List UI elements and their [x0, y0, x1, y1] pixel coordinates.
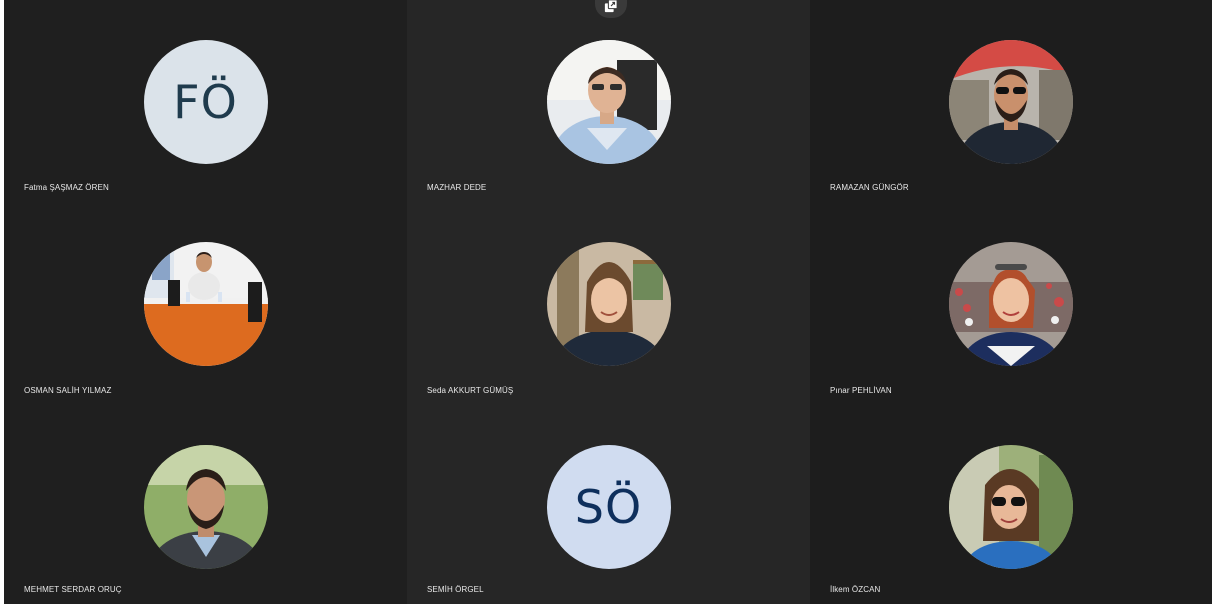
popout-icon	[604, 0, 618, 18]
participant-name: Fatma ŞAŞMAZ ÖREN	[24, 183, 109, 192]
participant-name: SEMİH ÖRGEL	[427, 585, 484, 594]
avatar-initials: FÖ	[173, 75, 238, 129]
avatar	[546, 242, 671, 366]
avatar-initials: SÖ	[574, 480, 643, 534]
participant-name: MEHMET SERDAR ORUÇ	[24, 585, 122, 594]
avatar	[949, 242, 1073, 366]
participant-name: OSMAN SALİH YILMAZ	[24, 386, 112, 395]
avatar-photo	[546, 242, 671, 366]
avatar	[949, 40, 1073, 164]
participant-name: MAZHAR DEDE	[427, 183, 487, 192]
participant-name: RAMAZAN GÜNGÖR	[830, 183, 909, 192]
avatar-photo	[143, 445, 268, 569]
avatar-photo	[546, 40, 671, 164]
avatar-photo	[949, 445, 1073, 569]
avatar: FÖ	[143, 40, 268, 164]
participant-tile[interactable]: FÖ Fatma ŞAŞMAZ ÖREN	[4, 0, 407, 202]
participant-tile[interactable]: MEHMET SERDAR ORUÇ	[4, 405, 407, 604]
avatar	[546, 40, 671, 164]
participant-tile[interactable]: İlkem ÖZCAN	[810, 405, 1212, 604]
participant-tile[interactable]: OSMAN SALİH YILMAZ	[4, 202, 407, 405]
participant-tile[interactable]: Seda AKKURT GÜMÜŞ	[407, 202, 810, 405]
avatar	[143, 445, 268, 569]
participant-tile[interactable]: MAZHAR DEDE	[407, 0, 810, 202]
participant-tile[interactable]: SÖ SEMİH ÖRGEL	[407, 405, 810, 604]
participant-tile[interactable]: RAMAZAN GÜNGÖR	[810, 0, 1212, 202]
avatar-photo	[949, 40, 1073, 164]
meeting-stage: FÖ Fatma ŞAŞMAZ ÖREN MAZHAR DEDE RAMAZAN…	[0, 0, 1212, 608]
participant-tile[interactable]: Pınar PEHLİVAN	[810, 202, 1212, 405]
participant-grid: FÖ Fatma ŞAŞMAZ ÖREN MAZHAR DEDE RAMAZAN…	[4, 0, 1212, 604]
avatar-photo	[949, 242, 1073, 366]
participant-name: İlkem ÖZCAN	[830, 585, 881, 594]
avatar	[143, 242, 268, 366]
avatar: SÖ	[546, 445, 671, 569]
avatar-photo	[143, 242, 268, 366]
avatar	[949, 445, 1073, 569]
participant-name: Seda AKKURT GÜMÜŞ	[427, 386, 514, 395]
participant-name: Pınar PEHLİVAN	[830, 386, 892, 395]
